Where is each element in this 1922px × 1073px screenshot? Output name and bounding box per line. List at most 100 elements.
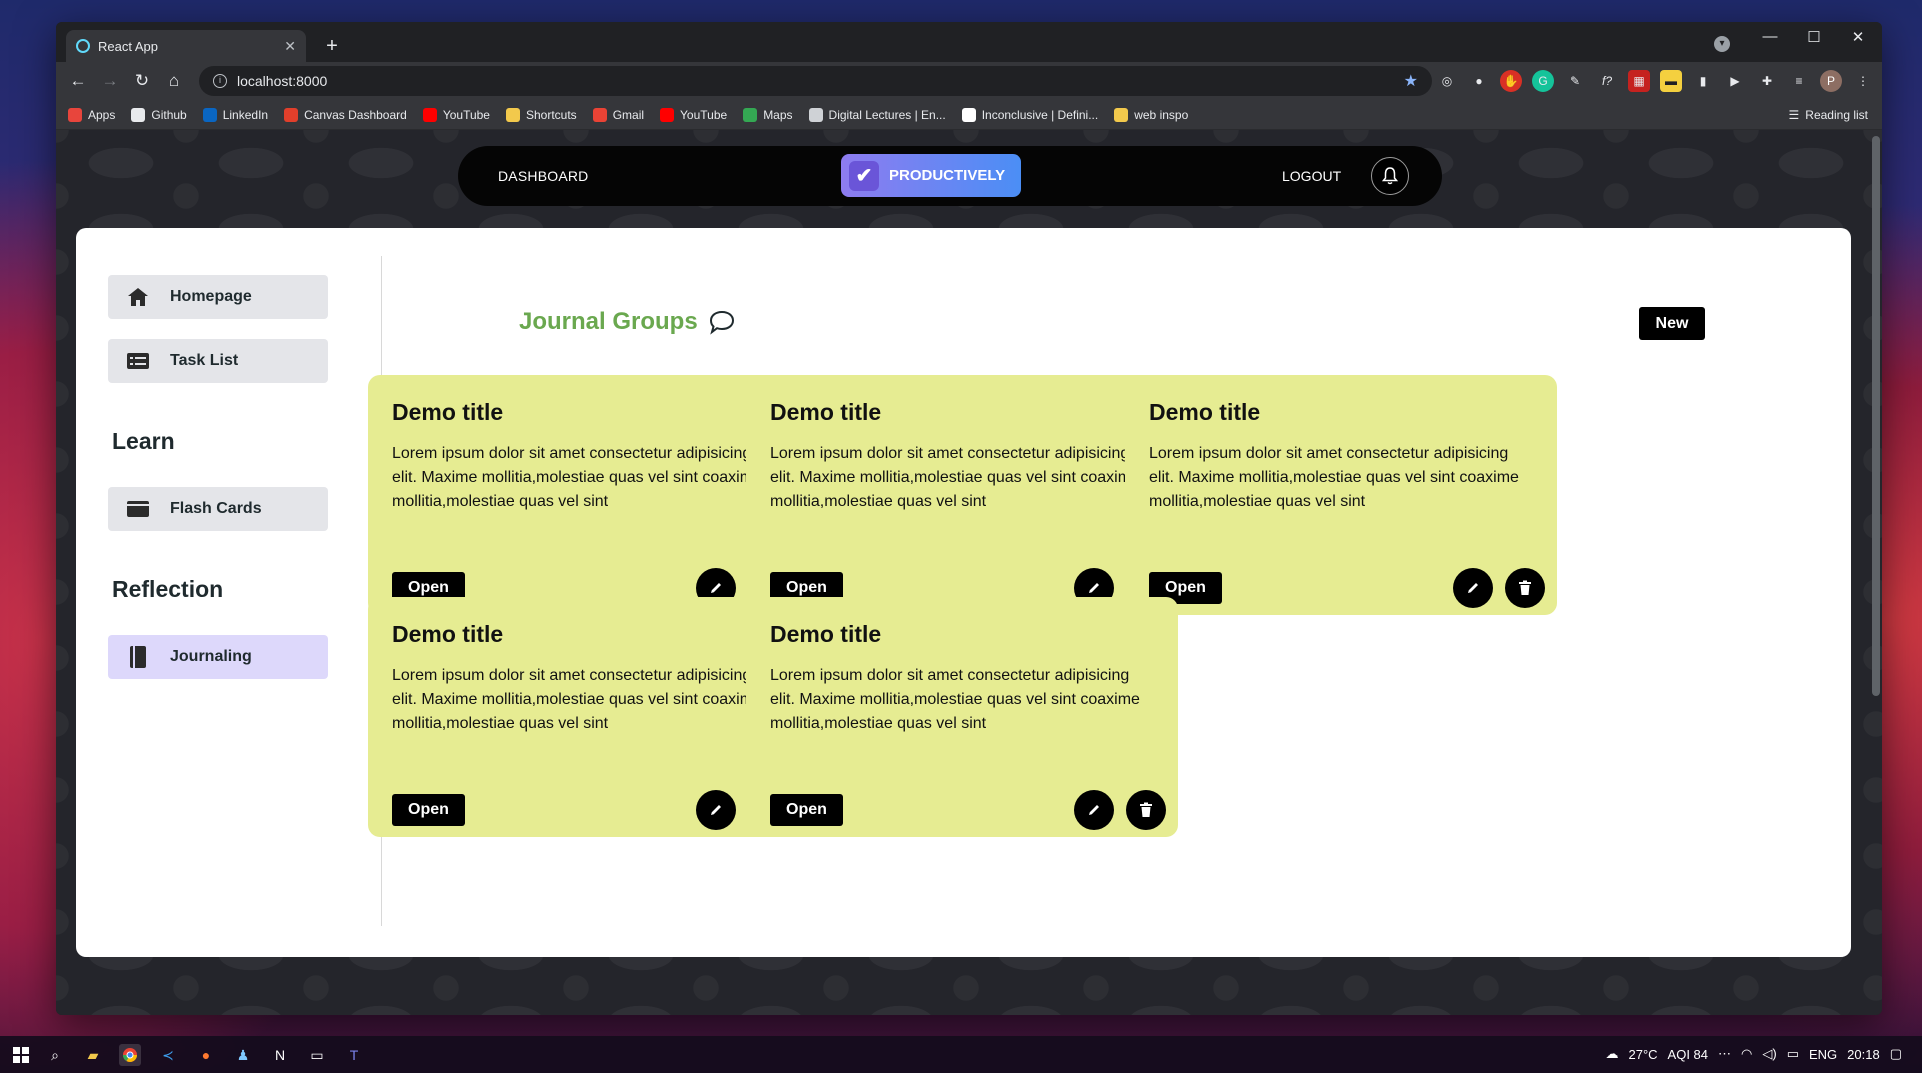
tab-close-icon[interactable]: ✕ xyxy=(284,38,296,55)
bookmark-star-icon[interactable]: ★ xyxy=(1404,71,1418,91)
scrollbar-thumb[interactable] xyxy=(1872,136,1880,696)
battery-icon[interactable]: ▭ xyxy=(1787,1046,1799,1062)
notifications-icon[interactable]: ▢ xyxy=(1890,1046,1902,1062)
search-icon[interactable]: ⌕ xyxy=(44,1044,66,1066)
extension-bulb-icon[interactable]: ● xyxy=(1468,70,1490,92)
bookmark-favicon-icon xyxy=(68,107,82,122)
journal-card: Demo title Lorem ipsum dolor sit amet con… xyxy=(746,375,1178,615)
bookmark-item[interactable]: Maps xyxy=(743,107,793,122)
home-browser-icon[interactable]: ⌂ xyxy=(158,71,190,91)
extension-play-icon[interactable]: ▶ xyxy=(1724,70,1746,92)
teams-icon[interactable]: T xyxy=(343,1044,365,1066)
extension-pen-icon[interactable]: ✎ xyxy=(1564,70,1586,92)
media-list-icon[interactable]: ≡ xyxy=(1788,70,1810,92)
site-info-icon[interactable]: i xyxy=(213,74,227,88)
language-text[interactable]: ENG xyxy=(1809,1047,1837,1062)
edit-button[interactable] xyxy=(696,790,736,830)
volume-icon[interactable]: ◁) xyxy=(1762,1046,1776,1062)
page-scrollbar[interactable] xyxy=(1870,134,1880,1002)
reflection-heading: Reflection xyxy=(112,576,224,602)
delete-button[interactable] xyxy=(1505,568,1545,608)
bookmark-label: LinkedIn xyxy=(222,107,269,122)
terminal-icon[interactable]: ▭ xyxy=(306,1044,328,1066)
bookmark-item[interactable]: Inconclusive | Defini... xyxy=(961,107,1098,122)
notification-bell-button[interactable] xyxy=(1371,157,1409,195)
page-viewport: DASHBOARD ✔ PRODUCTIVELY LOGOUT Homepage… xyxy=(56,130,1882,1015)
bookmark-favicon-icon xyxy=(592,107,607,122)
system-tray: ☁ 27°C AQI 84 ⋯ ◠ ◁) ▭ ENG 20:18 ▢ xyxy=(1606,1046,1903,1062)
bookmark-item[interactable]: YouTube xyxy=(660,107,727,122)
windows-start-icon[interactable] xyxy=(10,1044,32,1066)
close-window-icon[interactable]: ✕ xyxy=(1838,28,1878,46)
tab-search-icon[interactable]: ▾ xyxy=(1714,36,1730,52)
extension-grammarly-icon[interactable]: G xyxy=(1532,70,1554,92)
bell-icon xyxy=(1382,167,1398,185)
journal-card: Demo title Lorem ipsum dolor sit amet con… xyxy=(1125,375,1557,615)
list-icon xyxy=(126,350,150,372)
bookmark-item[interactable]: Gmail xyxy=(592,107,644,122)
overflow-icon[interactable]: ⋯ xyxy=(1718,1046,1731,1062)
profile-avatar[interactable]: P xyxy=(1820,70,1842,92)
extension-font-icon[interactable]: f? xyxy=(1596,70,1618,92)
wifi-icon[interactable]: ◠ xyxy=(1741,1046,1752,1062)
reload-icon[interactable]: ↻ xyxy=(126,71,158,91)
weather-text[interactable]: 27°C xyxy=(1629,1047,1658,1062)
browser-tab[interactable]: React App ✕ xyxy=(66,30,306,62)
reading-list-label: Reading list xyxy=(1805,108,1868,122)
sidebar-item-journaling[interactable]: Journaling xyxy=(108,635,328,679)
sidebar-item-label: Task List xyxy=(170,352,239,369)
clock-text[interactable]: 20:18 xyxy=(1847,1047,1880,1062)
open-button[interactable]: Open xyxy=(392,794,465,826)
extensions-puzzle-icon[interactable]: ✚ xyxy=(1756,70,1778,92)
url-text[interactable]: localhost:8000 xyxy=(237,73,1394,89)
windows-taskbar: ⌕ ▰ ≺ ● ♟ N ▭ T ☁ 27°C AQI 84 ⋯ ◠ ◁) ▭ E… xyxy=(0,1036,1922,1073)
extension-battery-icon[interactable]: ▮ xyxy=(1692,70,1714,92)
vscode-icon[interactable]: ≺ xyxy=(157,1044,179,1066)
back-arrow-icon[interactable]: ← xyxy=(62,71,94,91)
aqi-text[interactable]: AQI 84 xyxy=(1668,1047,1708,1062)
open-button[interactable]: Open xyxy=(770,794,843,826)
nav-dashboard-link[interactable]: DASHBOARD xyxy=(498,168,588,184)
reading-list-button[interactable]: ☰ Reading list xyxy=(1789,108,1868,122)
extension-red-icon[interactable]: ▦ xyxy=(1628,70,1650,92)
forward-arrow-icon[interactable]: → xyxy=(94,71,126,91)
sidebar-item-flash-cards[interactable]: Flash Cards xyxy=(108,487,328,531)
sidebar-item-homepage[interactable]: Homepage xyxy=(108,275,328,319)
bookmark-label: web inspo xyxy=(1134,107,1189,122)
bookmark-item[interactable]: Apps xyxy=(68,107,116,122)
file-explorer-icon[interactable]: ▰ xyxy=(82,1044,104,1066)
checkmark-icon: ✔ xyxy=(849,160,879,191)
bookmark-item[interactable]: Canvas Dashboard xyxy=(284,107,407,122)
bookmark-favicon-icon xyxy=(808,107,823,122)
bookmark-item[interactable]: LinkedIn xyxy=(202,107,269,122)
card-body: Lorem ipsum dolor sit amet consectetur a… xyxy=(770,667,1140,732)
journal-icon xyxy=(126,646,150,668)
sidebar-item-task-list[interactable]: Task List xyxy=(108,339,328,383)
address-bar[interactable]: i localhost:8000 ★ xyxy=(199,66,1432,96)
chrome-icon[interactable] xyxy=(119,1044,141,1066)
bookmark-label: Apps xyxy=(88,107,116,122)
tab-strip: React App ✕ + ▾ — ☐ ✕ xyxy=(56,22,1882,62)
nav-logout-link[interactable]: LOGOUT xyxy=(1282,168,1341,184)
extension-adblock-icon[interactable]: ✋ xyxy=(1500,70,1522,92)
notion-icon[interactable]: N xyxy=(269,1044,291,1066)
browser-orange-icon[interactable]: ● xyxy=(195,1044,217,1066)
edit-button[interactable] xyxy=(1074,790,1114,830)
bookmark-item[interactable]: Shortcuts xyxy=(505,107,577,122)
cloud-icon[interactable]: ☁ xyxy=(1606,1046,1619,1062)
minimize-icon[interactable]: — xyxy=(1750,28,1790,45)
delete-button[interactable] xyxy=(1126,790,1166,830)
bookmark-item[interactable]: Digital Lectures | En... xyxy=(808,107,946,122)
bookmark-item[interactable]: YouTube xyxy=(422,107,490,122)
extension-glasses-icon[interactable]: ◎ xyxy=(1436,70,1458,92)
browser-menu-icon[interactable]: ⋮ xyxy=(1852,70,1874,92)
app-figure-icon[interactable]: ♟ xyxy=(232,1044,254,1066)
edit-button[interactable] xyxy=(1453,568,1493,608)
bookmark-item[interactable]: Github xyxy=(131,107,187,122)
new-tab-button[interactable]: + xyxy=(318,32,346,60)
brand-logo[interactable]: ✔ PRODUCTIVELY xyxy=(841,154,1021,197)
new-journal-button[interactable]: New xyxy=(1639,307,1705,340)
maximize-icon[interactable]: ☐ xyxy=(1794,28,1834,46)
bookmark-item[interactable]: web inspo xyxy=(1114,107,1189,122)
extension-yellow-icon[interactable]: ▬ xyxy=(1660,70,1682,92)
